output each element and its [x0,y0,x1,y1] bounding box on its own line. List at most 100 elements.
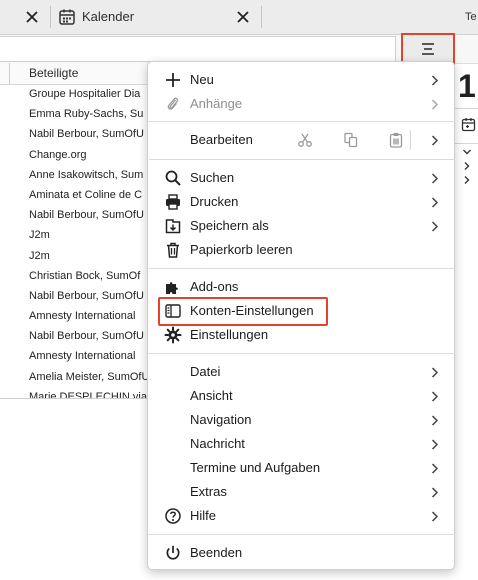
list-item[interactable]: Amnesty International [0,347,152,367]
chevron-right-icon [431,221,439,232]
menu-item-print[interactable]: Drucken [148,190,454,214]
list-item-sender: Anne Isakowitsch, Sum [29,168,144,181]
plus-icon [166,73,180,87]
tab-calendar-label[interactable]: Kalender [82,9,134,24]
list-item[interactable]: Amelia Meister, SumOfU [0,368,152,388]
list-item-sender: Aminata et Coline de C [29,188,143,201]
column-divider[interactable] [9,63,10,84]
chevron-right-icon [431,487,439,498]
menu-separator [149,534,455,535]
menu-item-quit[interactable]: Beenden [148,541,454,565]
menu-item-empty-trash[interactable]: Papierkorb leeren [148,238,454,262]
list-item[interactable]: J2m [0,247,152,267]
menu-item-help[interactable]: Hilfe [148,504,454,528]
search-icon [165,170,181,186]
power-icon [166,545,180,560]
menu-item-message[interactable]: Nachricht [148,432,454,456]
message-list: Beteiligte Groupe Hospitalier Dia Emma Ru… [0,63,152,399]
menu-item-search[interactable]: Suchen [148,166,454,190]
edit-separator [410,130,411,150]
list-item-sender: Groupe Hospitalier Dia [29,88,141,100]
menu-separator [149,159,455,160]
menu-item-addons[interactable]: Add-ons [148,275,454,299]
menu-item-label: Einstellungen [190,327,269,342]
search-input[interactable] [0,36,396,62]
menu-item-label: Anhänge [190,96,243,111]
list-item-sender: Nabil Berbour, SumOfU [29,128,144,141]
list-item[interactable]: J2m [0,226,152,246]
chevron-right-icon [431,511,439,522]
scissors-icon[interactable] [296,131,314,149]
tab-divider [50,6,51,28]
menu-item-label: Add-ons [190,279,239,294]
paste-icon[interactable] [387,131,405,149]
list-item[interactable]: Groupe Hospitalier Dia [0,85,152,105]
save-icon [165,219,181,234]
menu-item-view[interactable]: Ansicht [148,384,454,408]
pane-divider [455,108,478,109]
chevron-right-icon [431,391,439,402]
close-icon[interactable] [233,7,253,27]
chevron-right-icon [431,173,439,184]
new-event-icon[interactable] [461,117,477,133]
list-item-sender: Change.org [29,148,87,161]
menu-item-events-tasks[interactable]: Termine und Aufgaben [148,456,454,480]
tab-partial-label[interactable]: Te [465,11,477,23]
chevron-right-icon[interactable] [431,135,439,146]
list-item-sender: J2m [29,249,50,262]
list-item-sender: J2m [29,229,50,242]
list-item[interactable]: Aminata et Coline de C [0,186,152,206]
column-header[interactable]: Beteiligte [0,63,152,85]
chevron-right-icon [431,463,439,474]
chevron-right-icon [431,439,439,450]
chevron-down-icon[interactable] [462,147,472,157]
chevron-right-icon [431,415,439,426]
printer-icon [166,194,180,210]
edit-tools [296,126,416,154]
list-item[interactable]: Amnesty International [0,307,152,327]
list-item[interactable]: Nabil Berbour, SumOfU [0,125,152,145]
menu-item-edit[interactable]: Bearbeiten [148,126,454,154]
menu-item-tools[interactable]: Extras [148,480,454,504]
list-item-sender: Nabil Berbour, SumOfU [29,209,144,222]
menu-item-label: Hilfe [190,508,217,523]
chevron-right-icon[interactable] [462,161,472,171]
list-item[interactable]: Nabil Berbour, SumOfU [0,327,152,347]
menu-item-navigation[interactable]: Navigation [148,408,454,432]
list-item-sender: Nabil Berbour, SumOfU [29,330,144,343]
menu-item-label: Neu [190,72,214,87]
column-header-label: Beteiligte [29,66,79,80]
list-item[interactable]: Nabil Berbour, SumOfU [0,206,152,226]
list-item-sender: Amnesty International [29,350,136,363]
gear-icon [164,326,182,344]
list-item[interactable]: Anne Isakowitsch, Sum [0,166,152,186]
menu-item-settings[interactable]: Einstellungen [148,323,454,347]
menu-separator [149,121,455,122]
chevron-right-icon [431,99,439,110]
chevron-right-icon[interactable] [462,175,472,185]
menu-item-label: Drucken [190,194,239,209]
close-icon[interactable] [22,7,42,27]
menu-item-file[interactable]: Datei [148,360,454,384]
copy-icon[interactable] [342,131,360,149]
menu-item-label: Datei [190,364,221,379]
list-item-sender: Nabil Berbour, SumOfU [29,289,144,302]
highlight-annotation [158,297,328,326]
menu-item-label: Termine und Aufgaben [190,460,321,475]
list-item[interactable]: Change.org [0,146,152,166]
tab-strip: Kalender Te [0,0,478,35]
help-icon [165,508,181,524]
list-item[interactable]: Christian Bock, SumOf [0,267,152,287]
list-item-sender: Christian Bock, SumOf [29,269,141,282]
list-item[interactable]: Emma Ruby-Sachs, Su [0,105,152,125]
menu-item-label: Extras [190,484,227,499]
menu-item-label: Nachricht [190,436,245,451]
menu-separator [149,353,455,354]
trash-icon [167,242,179,258]
list-item-sender: Amnesty International [29,310,136,323]
menu-item-label: Navigation [190,412,252,427]
list-item[interactable]: Nabil Berbour, SumOfU [0,287,152,307]
menu-item-save-as[interactable]: Speichern als [148,214,454,238]
message-list-border [0,398,152,399]
menu-item-new[interactable]: Neu [148,68,454,92]
